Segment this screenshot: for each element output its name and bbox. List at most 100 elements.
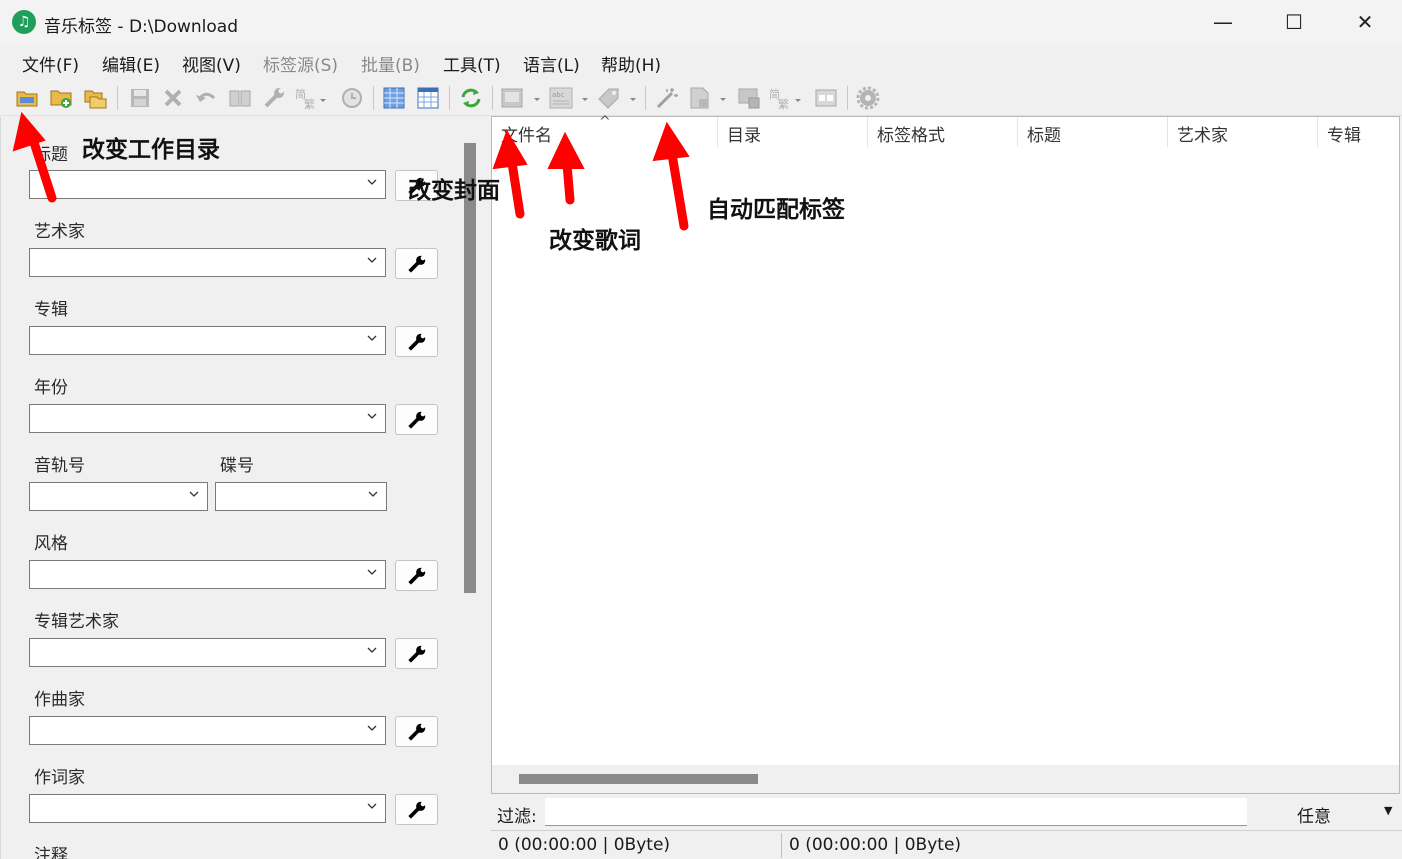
disc-number-combo[interactable] (215, 482, 387, 511)
toolbar-separator (117, 86, 118, 110)
refresh-icon[interactable] (459, 86, 483, 110)
menu-view[interactable]: 视图(V) (182, 51, 241, 76)
chevron-down-icon (367, 335, 377, 341)
lyrics-icon[interactable]: abc (549, 86, 591, 110)
chevron-down-icon (367, 803, 377, 809)
disc-number-label: 碟号 (220, 456, 254, 476)
window-icon[interactable] (814, 86, 838, 110)
add-folder-icon[interactable] (49, 86, 73, 110)
menu-language[interactable]: 语言(L) (523, 51, 580, 76)
traditional-chinese-icon[interactable]: 简繁 (294, 86, 330, 110)
clock-icon[interactable] (340, 86, 364, 110)
save-icon[interactable] (128, 86, 152, 110)
lyricist-label: 作词家 (34, 768, 85, 788)
menu-edit[interactable]: 编辑(E) (102, 51, 160, 76)
cover-image-icon[interactable] (500, 86, 544, 110)
genre-combo[interactable] (29, 560, 386, 589)
undo-icon[interactable] (194, 86, 218, 110)
tag-icon[interactable] (596, 86, 640, 110)
wrench-icon (408, 411, 426, 429)
wrench-icon[interactable] (262, 86, 286, 110)
composer-tool-button[interactable] (395, 716, 438, 747)
album-label: 专辑 (34, 300, 68, 320)
horizontal-scrollbar-thumb[interactable] (519, 774, 758, 784)
export-icon[interactable] (688, 86, 730, 110)
wrench-icon (408, 801, 426, 819)
comment-label: 注释 (34, 846, 68, 859)
annotation-change-cover: 改变封面 (408, 178, 500, 204)
change-folder-icon[interactable] (83, 86, 107, 110)
svg-text:繁: 繁 (778, 97, 789, 110)
table-view-icon[interactable] (416, 86, 440, 110)
settings-icon[interactable] (856, 86, 880, 110)
wrench-icon (408, 723, 426, 741)
title-bar: ♫ 音乐标签 - D:\Download — ☐ ✕ (0, 0, 1402, 44)
open-folder-icon[interactable] (15, 86, 39, 110)
album-tool-button[interactable] (395, 326, 438, 357)
title-combo[interactable] (29, 170, 386, 199)
chevron-down-icon (368, 491, 378, 497)
delete-icon[interactable] (161, 86, 185, 110)
maximize-button[interactable]: ☐ (1259, 0, 1329, 44)
filter-bar: 过滤: 任意 ▼ (491, 796, 1402, 828)
menu-tools[interactable]: 工具(T) (443, 51, 501, 76)
chevron-down-icon (367, 569, 377, 575)
svg-text:abc: abc (552, 91, 565, 99)
screen-icon[interactable] (737, 86, 761, 110)
genre-tool-button[interactable] (395, 560, 438, 591)
close-button[interactable]: ✕ (1330, 0, 1400, 44)
status-total: 0 (00:00:00 | 0Byte) (789, 835, 962, 855)
status-selected: 0 (00:00:00 | 0Byte) (498, 835, 671, 855)
year-label: 年份 (34, 378, 68, 398)
filter-input[interactable] (545, 798, 1247, 826)
album-artist-label: 专辑艺术家 (34, 612, 119, 632)
filter-mode-select[interactable]: 任意 (1297, 802, 1331, 827)
menu-batch[interactable]: 批量(B) (361, 51, 420, 76)
track-number-combo[interactable] (29, 482, 208, 511)
sort-indicator-icon: ^ (599, 114, 611, 130)
chevron-down-icon[interactable]: ▼ (1384, 804, 1392, 817)
magic-wand-icon[interactable] (655, 86, 679, 110)
column-artist[interactable]: 艺术家 (1168, 117, 1318, 147)
convert-icon[interactable]: 简繁 (768, 86, 804, 110)
window-title: 音乐标签 - D:\Download (44, 17, 238, 37)
album-combo[interactable] (29, 326, 386, 355)
lyricist-combo[interactable] (29, 794, 386, 823)
artist-combo[interactable] (29, 248, 386, 277)
chevron-down-icon (189, 491, 199, 497)
chevron-down-icon (367, 413, 377, 419)
toolbar: 简繁 abc 简繁 (0, 80, 1402, 116)
book-icon[interactable] (228, 86, 252, 110)
toolbar-separator (492, 86, 493, 110)
minimize-button[interactable]: — (1188, 0, 1258, 44)
file-list[interactable]: 文件名 ^ 目录 标签格式 标题 艺术家 专辑 (491, 114, 1400, 794)
column-tag-format[interactable]: 标签格式 (868, 117, 1018, 147)
year-tool-button[interactable] (395, 404, 438, 435)
chevron-down-icon (367, 725, 377, 731)
column-title[interactable]: 标题 (1018, 117, 1168, 147)
toolbar-separator (449, 86, 450, 110)
filter-label: 过滤: (497, 807, 537, 827)
horizontal-scrollbar[interactable] (492, 765, 1399, 793)
artist-label: 艺术家 (34, 222, 85, 242)
composer-combo[interactable] (29, 716, 386, 745)
year-combo[interactable] (29, 404, 386, 433)
lyricist-tool-button[interactable] (395, 794, 438, 825)
column-album[interactable]: 专辑 (1318, 117, 1399, 147)
menu-tag-source[interactable]: 标签源(S) (263, 51, 338, 76)
toolbar-separator (645, 86, 646, 110)
column-directory[interactable]: 目录 (718, 117, 868, 147)
artist-tool-button[interactable] (395, 248, 438, 279)
wrench-icon (408, 255, 426, 273)
left-panel-scrollbar[interactable] (464, 143, 476, 593)
album-artist-combo[interactable] (29, 638, 386, 667)
svg-text:繁: 繁 (304, 97, 315, 110)
chevron-down-icon (367, 179, 377, 185)
menu-file[interactable]: 文件(F) (22, 51, 79, 76)
grid-view-icon[interactable] (382, 86, 406, 110)
chevron-down-icon (367, 647, 377, 653)
album-artist-tool-button[interactable] (395, 638, 438, 669)
menu-help[interactable]: 帮助(H) (601, 51, 661, 76)
menu-bar: 文件(F) 编辑(E) 视图(V) 标签源(S) 批量(B) 工具(T) 语言(… (0, 44, 1402, 80)
title-label: 标题 (34, 145, 68, 165)
